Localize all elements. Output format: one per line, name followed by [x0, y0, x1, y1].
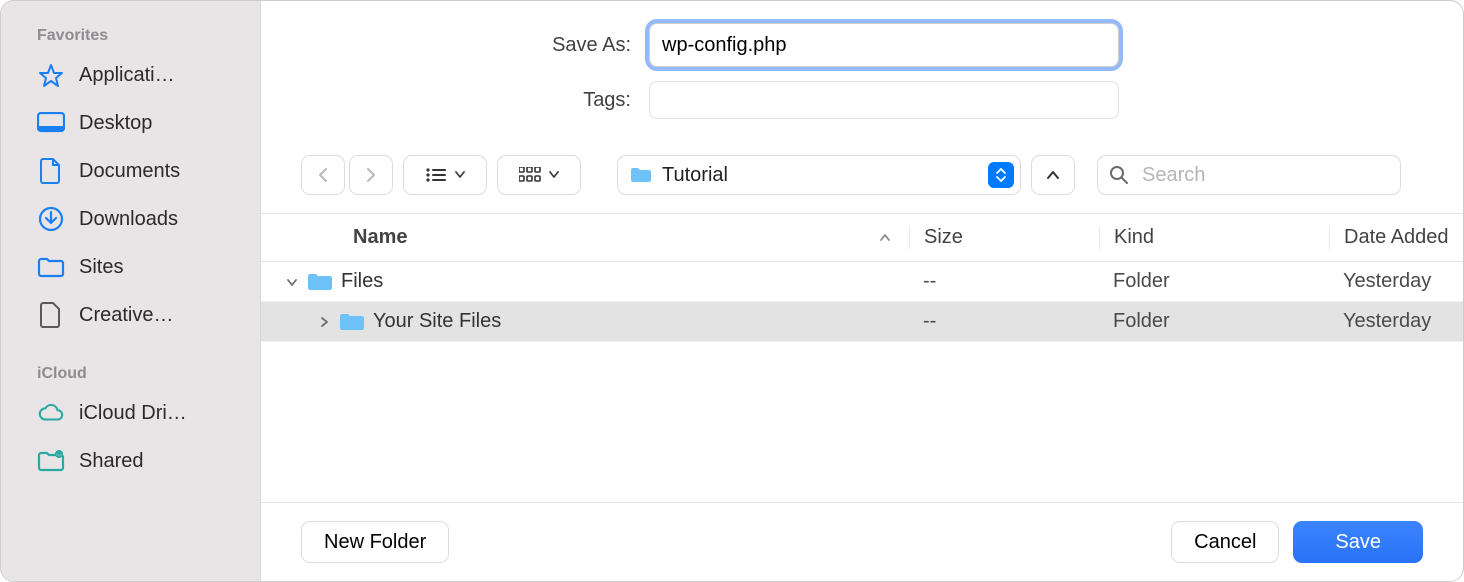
- search-input[interactable]: [1097, 155, 1401, 195]
- file-name: Files: [341, 270, 383, 293]
- file-kind: Folder: [1099, 310, 1329, 333]
- file-name: Your Site Files: [373, 310, 501, 333]
- sidebar-item[interactable]: Creative…: [1, 291, 260, 339]
- folder-icon: [630, 166, 652, 184]
- file-list: Files--FolderYesterdayYour Site Files--F…: [261, 262, 1463, 502]
- documents-icon: [37, 157, 65, 185]
- collapse-button[interactable]: [1031, 155, 1075, 195]
- column-date[interactable]: Date Added: [1329, 226, 1463, 249]
- back-button[interactable]: [301, 155, 345, 195]
- shared-folder-icon: ⋯: [37, 447, 65, 475]
- file-kind: Folder: [1099, 270, 1329, 293]
- file-date: Yesterday: [1329, 270, 1463, 293]
- desktop-icon: [37, 109, 65, 137]
- sidebar-item-label: Downloads: [79, 208, 178, 231]
- file-icon: [37, 301, 65, 329]
- chevron-left-icon: [317, 167, 329, 183]
- folder-icon: [307, 272, 333, 292]
- new-folder-button[interactable]: New Folder: [301, 521, 449, 563]
- sidebar-item[interactable]: Applicati…: [1, 51, 260, 99]
- group-button[interactable]: [497, 155, 581, 195]
- svg-text:⋯: ⋯: [56, 453, 62, 459]
- location-label: Tutorial: [662, 164, 978, 187]
- grid-icon: [519, 167, 541, 183]
- sidebar-item[interactable]: Desktop: [1, 99, 260, 147]
- file-date: Yesterday: [1329, 310, 1463, 333]
- sidebar-item[interactable]: iCloud Dri…: [1, 389, 260, 437]
- list-icon: [425, 167, 447, 183]
- dialog-footer: New Folder Cancel Save: [261, 502, 1463, 581]
- file-size: --: [909, 310, 1099, 333]
- applications-icon: [37, 61, 65, 89]
- sort-chevron-icon: [879, 233, 891, 243]
- column-date-label: Date Added: [1344, 226, 1449, 249]
- column-kind[interactable]: Kind: [1099, 226, 1329, 249]
- toolbar: Tutorial: [261, 147, 1463, 213]
- sidebar-item-label: Shared: [79, 450, 144, 473]
- tags-label: Tags:: [301, 89, 649, 112]
- save-button[interactable]: Save: [1293, 521, 1423, 563]
- tags-input[interactable]: [649, 81, 1119, 119]
- disclosure-open-icon[interactable]: [285, 277, 299, 287]
- chevron-down-icon: [455, 171, 465, 179]
- column-size[interactable]: Size: [909, 226, 1099, 249]
- save-as-label: Save As:: [301, 34, 649, 57]
- main-panel: Save As: Tags:: [261, 1, 1463, 581]
- sidebar-item-label: Documents: [79, 160, 180, 183]
- forward-button[interactable]: [349, 155, 393, 195]
- sidebar-item-label: Creative…: [79, 304, 173, 327]
- downloads-icon: [37, 205, 65, 233]
- sidebar-item[interactable]: Downloads: [1, 195, 260, 243]
- folder-icon: [339, 312, 365, 332]
- disclosure-closed-icon[interactable]: [317, 317, 331, 327]
- cloud-icon: [37, 399, 65, 427]
- sidebar-item[interactable]: ⋯ Shared: [1, 437, 260, 485]
- chevron-up-icon: [1046, 170, 1060, 180]
- sidebar-section-header: Favorites: [1, 19, 260, 51]
- column-name[interactable]: Name: [353, 226, 909, 249]
- location-popup[interactable]: Tutorial: [617, 155, 1021, 195]
- sidebar-item[interactable]: Sites: [1, 243, 260, 291]
- sidebar-item-label: Sites: [79, 256, 123, 279]
- folder-icon: [37, 253, 65, 281]
- sidebar-item-label: Desktop: [79, 112, 152, 135]
- up-down-icon: [988, 162, 1014, 188]
- chevron-down-icon: [549, 171, 559, 179]
- sidebar-item-label: Applicati…: [79, 64, 175, 87]
- sidebar-item-label: iCloud Dri…: [79, 402, 187, 425]
- file-row[interactable]: Your Site Files --FolderYesterday: [261, 302, 1463, 342]
- sidebar-section-header: iCloud: [1, 357, 260, 389]
- save-dialog: Favorites Applicati… Desktop Documents Downl…: [0, 0, 1464, 582]
- sidebar: Favorites Applicati… Desktop Documents Downl…: [1, 1, 261, 581]
- column-name-label: Name: [353, 226, 407, 249]
- sidebar-item[interactable]: Documents: [1, 147, 260, 195]
- column-header-row: Name Size Kind Date Added: [261, 213, 1463, 262]
- file-row[interactable]: Files --FolderYesterday: [261, 262, 1463, 302]
- column-kind-label: Kind: [1114, 226, 1154, 249]
- chevron-right-icon: [365, 167, 377, 183]
- save-form: Save As: Tags:: [261, 1, 1463, 147]
- view-list-button[interactable]: [403, 155, 487, 195]
- save-as-input[interactable]: [649, 23, 1119, 67]
- column-size-label: Size: [924, 226, 963, 249]
- file-size: --: [909, 270, 1099, 293]
- cancel-button[interactable]: Cancel: [1171, 521, 1279, 563]
- search-icon: [1109, 165, 1129, 185]
